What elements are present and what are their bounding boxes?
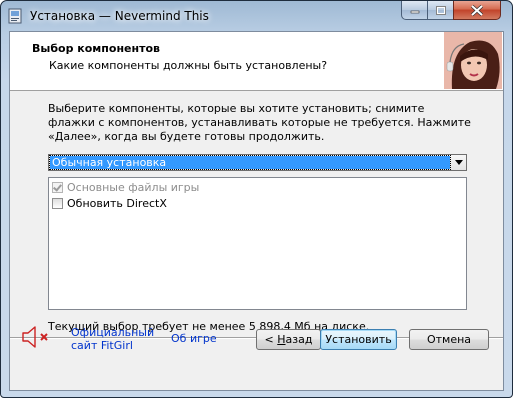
component-item-game-files: Основные файлы игры: [52, 180, 199, 194]
install-button[interactable]: Установить: [320, 329, 397, 350]
components-list[interactable]: Основные файлы игры Обновить DirectX: [48, 177, 467, 310]
maximize-icon: [435, 5, 446, 15]
close-icon: [471, 4, 483, 16]
back-button[interactable]: < Назад: [256, 329, 321, 350]
minimize-button[interactable]: [401, 1, 428, 20]
back-button-prefix: <: [264, 333, 278, 346]
speaker-muted-icon[interactable]: [19, 325, 53, 349]
wizard-body: Выберите компоненты, которые вы хотите у…: [10, 91, 503, 336]
setup-app-icon: [8, 8, 22, 24]
back-button-mnemonic: Н: [277, 333, 286, 346]
check-mark-icon: [53, 181, 62, 192]
window-title: Установка — Nevermind This: [30, 9, 209, 23]
chevron-down-icon[interactable]: [455, 160, 463, 165]
page-title: Выбор компонентов: [32, 42, 160, 55]
wizard-header-image: [444, 32, 502, 89]
installer-window: Установка — Nevermind This Выбор компоне…: [0, 0, 513, 398]
about-game-link[interactable]: Об игре: [171, 332, 217, 345]
component-label[interactable]: Обновить DirectX: [67, 197, 167, 210]
cancel-button[interactable]: Отмена: [409, 329, 489, 350]
wizard-header: Выбор компонентов Какие компоненты должн…: [10, 32, 503, 91]
page-subtitle: Какие компоненты должны быть установлены…: [49, 59, 328, 72]
install-type-dropdown[interactable]: Обычная установка: [48, 154, 467, 171]
close-button[interactable]: [453, 1, 501, 20]
component-label: Основные файлы игры: [67, 180, 200, 194]
fitgirl-site-link[interactable]: Официальный сайт FitGirl: [71, 326, 154, 352]
component-checkbox-game-files: [52, 181, 63, 193]
component-item-directx[interactable]: Обновить DirectX: [52, 196, 167, 210]
install-type-selected: Обычная установка: [49, 155, 451, 170]
maximize-button[interactable]: [427, 1, 454, 20]
component-checkbox-directx[interactable]: [52, 197, 63, 209]
minimize-icon: [410, 10, 419, 14]
instructions-text: Выберите компоненты, которые вы хотите у…: [48, 102, 471, 143]
back-button-label: азад: [285, 333, 313, 346]
title-bar[interactable]: Установка — Nevermind This: [1, 1, 512, 31]
